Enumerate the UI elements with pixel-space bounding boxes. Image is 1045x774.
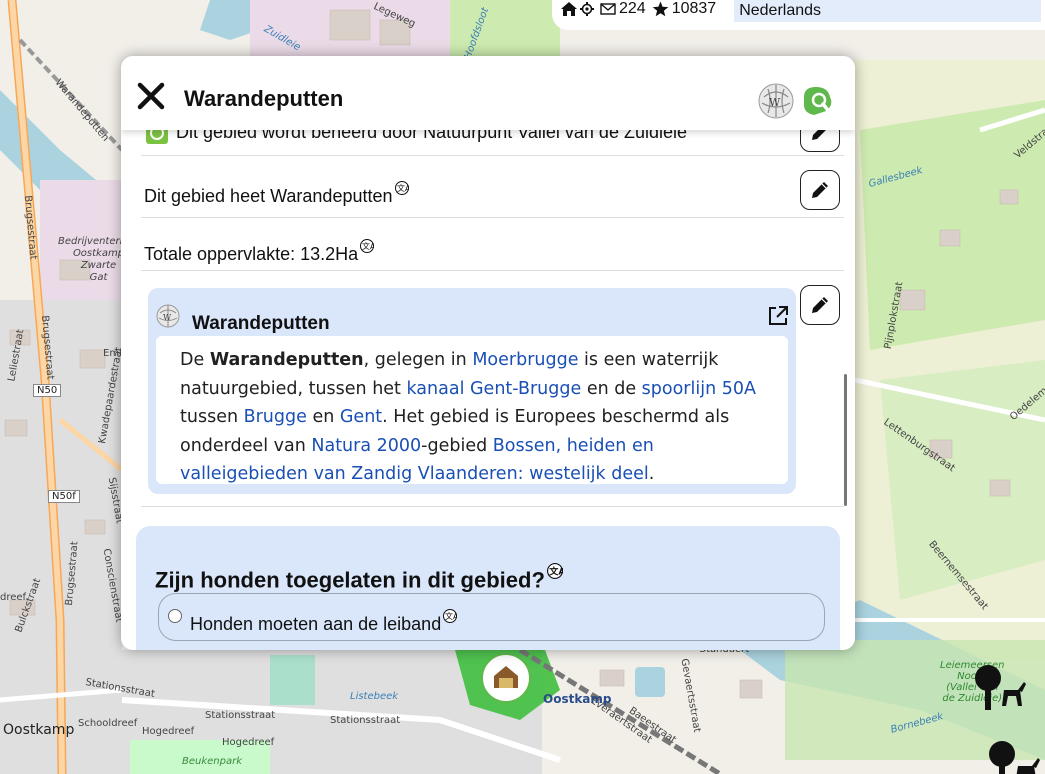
messages-counter[interactable]: 224	[600, 0, 646, 18]
map-label: Hogedreef	[142, 726, 195, 737]
popup-title: Warandeputten	[184, 86, 344, 111]
messages-count: 224	[619, 0, 646, 17]
town-label: Oostkamp	[3, 722, 75, 738]
close-icon	[137, 82, 165, 110]
article-text: tussen	[180, 407, 244, 427]
map-label: dreef	[0, 592, 27, 603]
nature-reserve-marker[interactable]	[480, 652, 532, 709]
mail-icon	[600, 3, 616, 15]
svg-text:文A: 文A	[445, 611, 457, 621]
edit-operator-button[interactable]	[800, 130, 840, 152]
link-brugge[interactable]: Brugge	[244, 407, 307, 427]
article-text: .	[648, 464, 655, 484]
forest-deer-marker[interactable]	[980, 738, 1040, 774]
points-counter[interactable]: 10837	[652, 0, 717, 18]
link-moerbrugge[interactable]: Moerbrugge	[472, 350, 578, 370]
external-link-icon	[769, 306, 788, 325]
svg-text:W: W	[163, 313, 172, 322]
svg-text:W: W	[769, 96, 781, 109]
link-kanaal[interactable]: kanaal Gent-Brugge	[406, 379, 581, 399]
answer-option-leash[interactable]: Honden moeten aan de leiband 文A	[158, 593, 825, 641]
points-count: 10837	[671, 0, 717, 17]
natuurpunt-icon	[146, 130, 168, 144]
answer-option-label: Honden moeten aan de leiband 文A	[190, 609, 458, 635]
popup-header: Warandeputten W	[121, 56, 855, 130]
pencil-icon	[812, 130, 826, 140]
map-label: Beukenpark	[182, 756, 243, 767]
language-search-input[interactable]	[734, 0, 1042, 22]
top-status-bar: 224 10837	[552, 0, 1045, 30]
wikipedia-article: De Warandeputten, gelegen in Moerbrugge …	[156, 336, 788, 484]
managed-by-text: Dit gebied wordt beheerd door Natuurpunt…	[176, 130, 687, 142]
forest-deer-marker[interactable]	[970, 660, 1030, 721]
wikipedia-title: Warandeputten	[192, 313, 330, 334]
pencil-icon	[812, 182, 828, 198]
translate-icon[interactable]: 文A	[546, 563, 563, 579]
article-text: -gebied	[421, 435, 493, 456]
link-spoorlijn[interactable]: spoorlijn 50A	[642, 379, 756, 399]
svg-text:文A: 文A	[362, 241, 374, 251]
radio-button[interactable]	[168, 609, 182, 623]
translate-icon[interactable]: 文A	[443, 609, 458, 623]
name-text: Dit gebied heet Warandeputten 文A	[144, 181, 409, 207]
managed-by-row: Dit gebied wordt beheerd door Natuurpunt…	[141, 130, 844, 156]
question-box: Zijn honden toegelaten in dit gebied?文A …	[136, 526, 840, 650]
home-icon[interactable]	[560, 0, 578, 18]
question-title: Zijn honden toegelaten in dit gebied? 文A	[155, 563, 563, 593]
answer-option-text: Honden moeten aan de leiband	[190, 614, 442, 634]
map-label: Hogedreef	[222, 737, 275, 748]
close-button[interactable]	[137, 82, 165, 110]
wikipedia-icon: W	[758, 83, 794, 119]
link-natura-2000[interactable]: Natura 2000	[311, 436, 421, 456]
article-text: en de	[581, 378, 642, 399]
external-link-button[interactable]	[767, 305, 789, 327]
map-label: Stationsstraat	[330, 715, 401, 726]
translate-icon[interactable]: 文A	[394, 181, 409, 195]
star-icon	[652, 1, 669, 17]
article-text: De	[180, 350, 210, 370]
station-label: Oostkamp	[543, 692, 612, 706]
pencil-icon	[812, 297, 828, 313]
map-label: Schooldreef	[78, 718, 138, 729]
gear-icon[interactable]	[580, 0, 594, 18]
area-text: Totale oppervlakte: 13.2Ha 文A	[144, 239, 375, 265]
wikipedia-icon: W	[156, 304, 180, 328]
map-label: Stationsstraat	[205, 710, 276, 721]
link-gent[interactable]: Gent	[340, 407, 382, 427]
edit-name-button[interactable]	[800, 170, 840, 210]
wikipedia-box: W Warandeputten De Warandeputten, gelege…	[148, 288, 796, 494]
area-row: Totale oppervlakte: 13.2Ha 文A	[141, 218, 844, 271]
translate-icon[interactable]: 文A	[360, 239, 375, 253]
article-text: en	[306, 407, 340, 427]
popup-body[interactable]: Dit gebied wordt beheerd door Natuurpunt…	[121, 130, 855, 650]
svg-text:文A: 文A	[549, 565, 563, 577]
road-shield: N50f	[48, 490, 80, 503]
nature-reserve-icon	[800, 83, 836, 119]
map-label: Listebeek	[350, 691, 399, 702]
article-bold: Warandeputten	[209, 350, 364, 370]
question-text: Zijn honden toegelaten in dit gebied?	[155, 567, 545, 593]
name-value: Dit gebied heet Warandeputten	[144, 186, 393, 206]
article-text: , gelegen in	[363, 350, 473, 370]
svg-text:文A: 文A	[397, 183, 409, 193]
road-shield: N50	[33, 384, 62, 397]
name-row: Dit gebied heet Warandeputten 文A	[141, 157, 844, 218]
scrollbar[interactable]	[844, 374, 847, 506]
edit-wikipedia-button[interactable]	[800, 285, 840, 325]
area-value: Totale oppervlakte: 13.2Ha	[144, 244, 359, 264]
feature-popup: Warandeputten W Dit gebied wordt beheerd…	[121, 56, 855, 650]
